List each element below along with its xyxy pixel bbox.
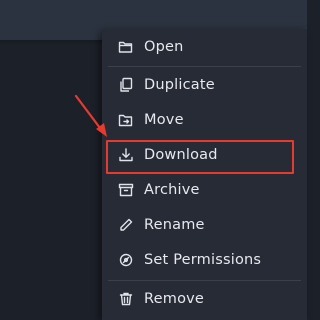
menu-item-label: Rename <box>144 217 205 233</box>
duplicate-icon <box>118 77 134 93</box>
menu-item-label: Duplicate <box>144 77 215 93</box>
menu-item-label: Open <box>144 39 184 55</box>
menu-item-label: Archive <box>144 182 200 198</box>
move-folder-icon <box>118 112 134 128</box>
menu-item-archive[interactable]: Archive <box>102 176 307 204</box>
menu-item-move[interactable]: Move <box>102 106 307 134</box>
red-arrow-annotation <box>74 94 107 137</box>
menu-item-set-permissions[interactable]: Set Permissions <box>102 246 307 274</box>
menu-item-label: Set Permissions <box>144 252 262 268</box>
menu-item-open[interactable]: Open <box>102 33 307 61</box>
menu-item-rename[interactable]: Rename <box>102 211 307 239</box>
menu-divider <box>108 66 301 67</box>
trash-icon <box>118 291 134 307</box>
download-highlight-box <box>106 140 294 174</box>
folder-open-icon <box>118 39 134 55</box>
archive-icon <box>118 182 134 198</box>
permissions-icon <box>118 252 134 268</box>
menu-item-label: Move <box>144 112 184 128</box>
menu-divider <box>108 280 301 281</box>
pencil-icon <box>118 217 134 233</box>
menu-item-remove[interactable]: Remove <box>102 285 307 313</box>
menu-item-label: Remove <box>144 291 205 307</box>
context-menu: Open Duplicate Move Download Archive Ren… <box>102 29 307 320</box>
menu-item-duplicate[interactable]: Duplicate <box>102 71 307 99</box>
